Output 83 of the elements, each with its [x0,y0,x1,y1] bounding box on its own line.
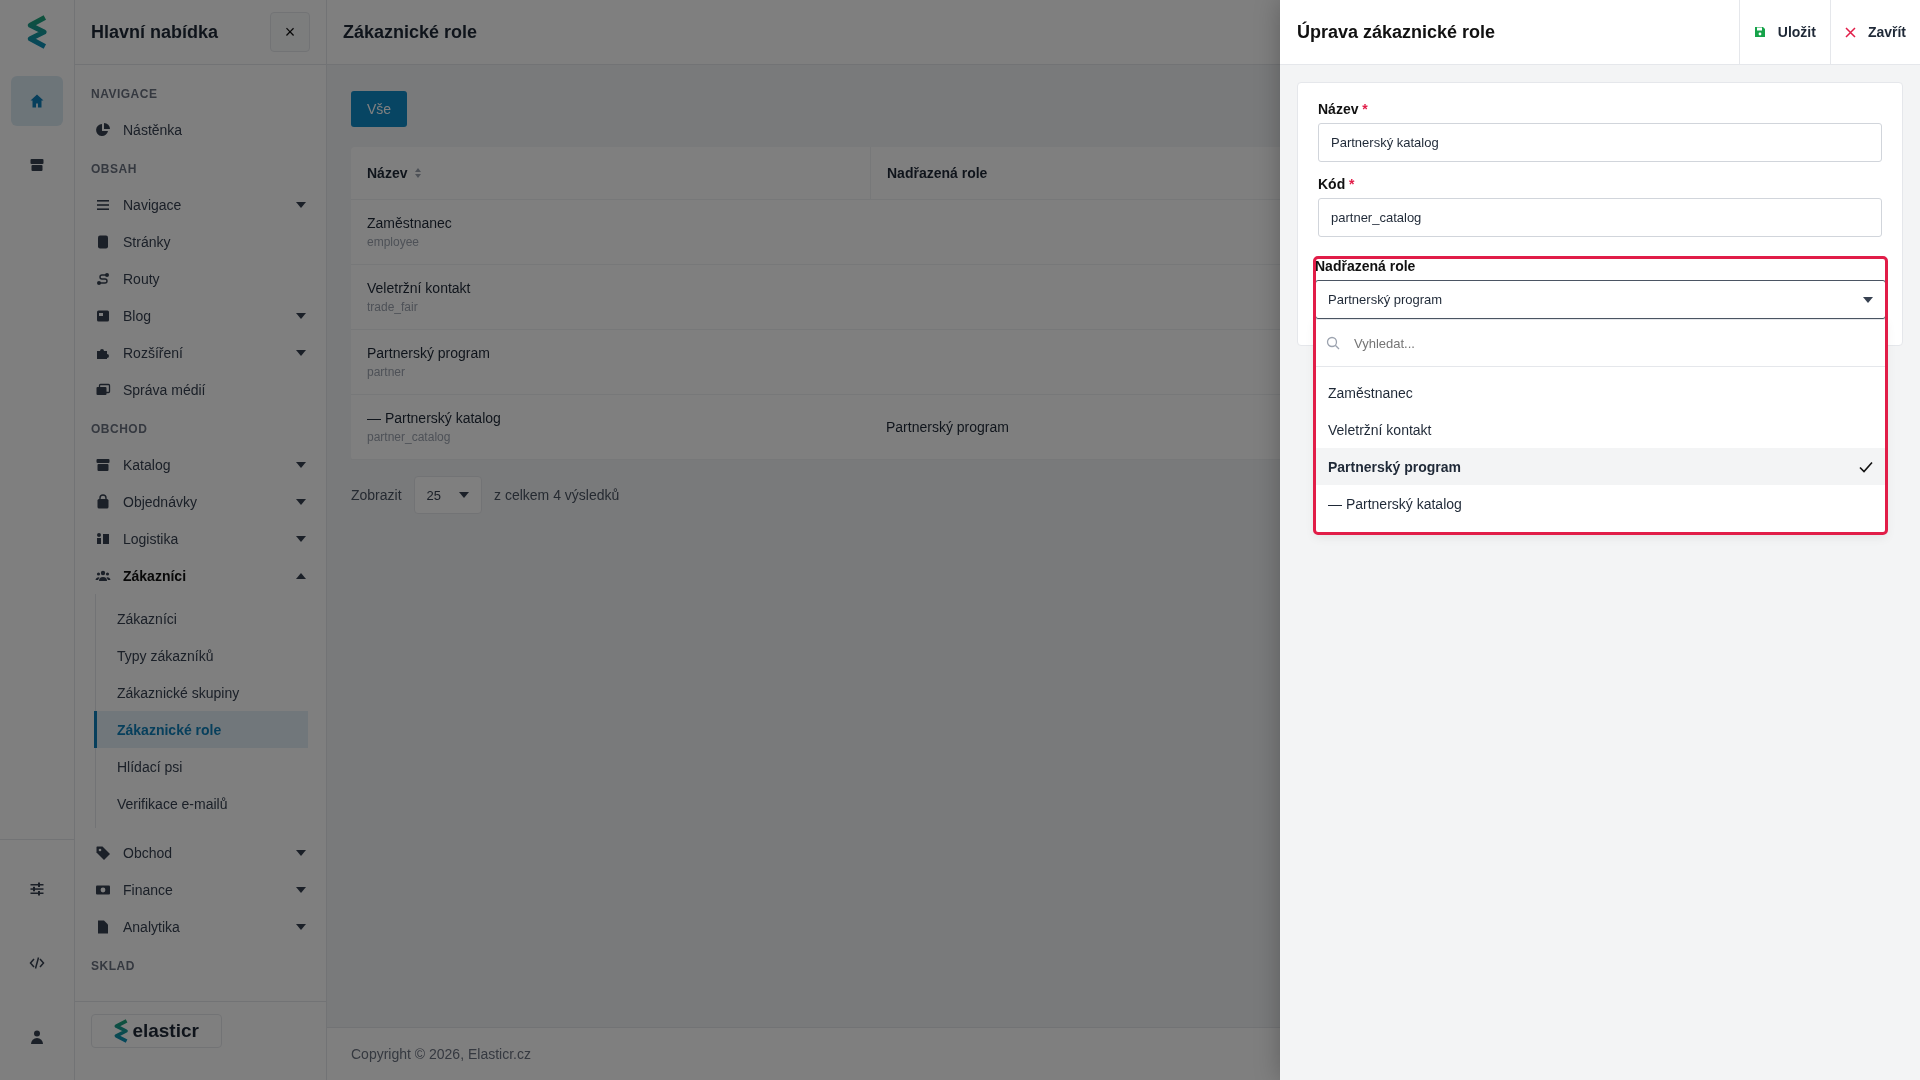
column-header[interactable]: Název [351,147,870,199]
text-field[interactable]: Partnerský katalog [1318,123,1882,162]
caret-icon [296,572,306,579]
dropdown-option[interactable]: Veletržní kontakt [1316,411,1885,448]
nav-subitem[interactable]: Verifikace e-mailů [94,785,308,822]
nav-item[interactable]: Navigace [91,186,310,223]
nav-item[interactable]: Routy [91,260,310,297]
nav-item[interactable]: Správa médií [91,371,310,408]
panel-title: Úprava zákaznické role [1296,20,1497,44]
nav-item[interactable]: Obchod [91,834,310,871]
code-icon [29,955,45,971]
dropdown-option[interactable]: — Partnerský katalog [1316,485,1885,522]
caret-icon [296,312,306,319]
caret-icon [1863,296,1873,303]
section-heading: OBSAH [91,162,138,176]
caret-icon [296,849,306,856]
role-name: Veletržní kontakt [367,280,471,296]
results-count: z celkem 4 výsledků [494,487,620,503]
field-label: Kód * [1318,176,1356,192]
sliders-icon [29,881,45,897]
nav-item[interactable]: Objednávky [91,483,310,520]
nav-item[interactable]: Stránky [91,223,310,260]
nav-item[interactable]: Katalog [91,446,310,483]
nav-item[interactable]: Blog [91,297,310,334]
boxes-icon [95,530,111,547]
nav-item[interactable]: Finance [91,871,310,908]
close-icon [1844,26,1856,38]
section-heading: OBCHOD [91,422,149,436]
file-icon [95,918,111,935]
home-icon [29,93,45,109]
route-icon [95,270,111,287]
field-label: Nadřazená role [1315,258,1417,274]
caret-icon [296,535,306,542]
caret-icon [296,923,306,930]
dropdown-option[interactable]: Zaměstnanec [1316,374,1885,411]
nav-item[interactable]: Logistika [91,520,310,557]
caret-icon [296,349,306,356]
nav-item[interactable]: Rozšíření [91,334,310,371]
copyright-text: Copyright © 2026, Elasticr.cz [351,1046,531,1062]
filter-button[interactable]: Vše [351,91,408,127]
images-icon [95,381,111,398]
archive-box-icon [29,157,45,173]
caret-icon [296,498,306,505]
archive-box-icon [95,456,111,473]
parent-role: Partnerský program [886,419,1009,435]
nav-subitem[interactable]: Hlídací psi [94,748,308,785]
user-icon [29,1029,45,1045]
nav-subitem[interactable]: Zákaznické role [94,711,308,748]
dropdown-option[interactable]: Partnerský program [1316,448,1885,485]
nav-item[interactable]: Nástěnka [91,111,310,148]
caret-icon [296,201,306,208]
page-title: Zákaznické role [343,21,478,43]
pie-chart-icon [95,121,111,138]
sidebar-title: Hlavní nabídka [91,21,219,43]
section-heading: SKLAD [91,959,136,973]
rail-button[interactable] [11,76,63,126]
caret-icon [459,492,470,498]
select-field[interactable]: Partnerský program [1315,280,1886,319]
role-name: Zaměstnanec [367,215,452,231]
nav-subitem[interactable]: Zákaznické skupiny [94,674,308,711]
role-name: Partnerský program [367,345,490,361]
role-name: — Partnerský katalog [367,410,501,426]
field-label: Název * [1318,101,1369,117]
search-icon [1326,336,1340,350]
section-heading: NAVIGACE [91,87,159,101]
caret-icon [296,461,306,468]
close-button[interactable]: × [270,12,310,52]
logo-icon [114,1019,129,1043]
shopping-bag-icon [95,493,111,510]
page-size-label: Zobrazit [351,487,402,503]
nav-item[interactable]: Analytika [91,908,310,945]
document-icon [95,233,111,250]
nav-subitem[interactable]: Zákazníci [94,600,308,637]
nav-subitem[interactable]: Typy zákazníků [94,637,308,674]
checkmark-icon [1859,460,1873,473]
caret-icon [296,886,306,893]
logo-icon [26,15,48,49]
sort-icon [415,168,422,178]
brand-logo: elasticr [91,1014,222,1048]
tag-icon [95,844,111,861]
text-field[interactable]: partner_catalog [1318,198,1882,237]
page-size-select[interactable]: 25 [413,476,483,514]
nav-item[interactable]: Zákazníci [91,557,310,594]
